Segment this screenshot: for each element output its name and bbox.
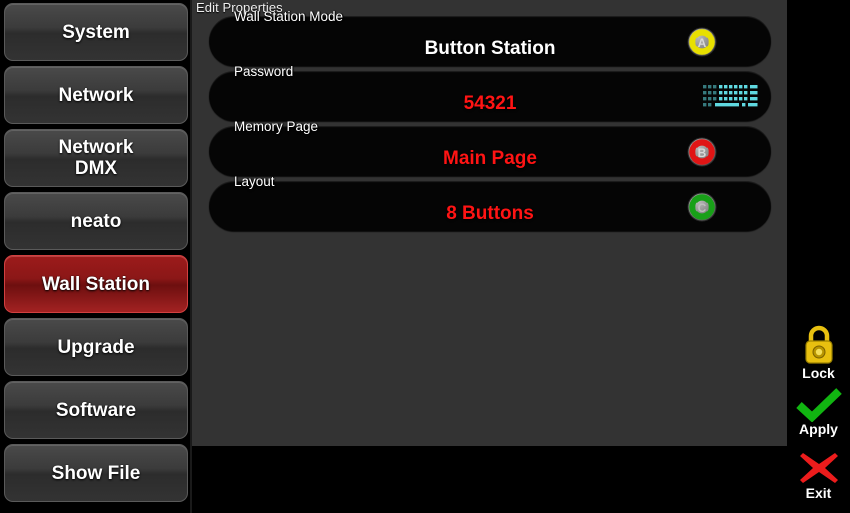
panel-bottom-strip — [190, 446, 787, 513]
xbox-b-button-icon[interactable]: B — [686, 136, 717, 167]
sidebar-item-show-file[interactable]: Show File — [4, 444, 188, 502]
property-label: Wall Station Mode — [234, 9, 344, 24]
property-row-wall-station-mode[interactable]: Wall Station Mode Button Station A — [209, 9, 771, 66]
property-row-layout[interactable]: Layout 8 Buttons C — [209, 174, 771, 231]
property-row-password[interactable]: Password 54321 — [209, 64, 771, 121]
sidebar-item-neato[interactable]: neato — [4, 192, 188, 250]
edit-properties-panel: Edit Properties Wall Station Mode Button… — [190, 0, 787, 446]
exit-button[interactable]: Exit — [787, 450, 850, 501]
sidebar-item-upgrade[interactable]: Upgrade — [4, 318, 188, 376]
sidebar-item-label: Show File — [51, 462, 141, 484]
svg-text:A: A — [698, 36, 707, 50]
property-rows: Wall Station Mode Button Station A Passw… — [209, 9, 771, 236]
exit-button-label: Exit — [805, 485, 832, 501]
sidebar-item-label: neato — [70, 210, 122, 232]
checkmark-icon — [787, 388, 850, 423]
cross-icon — [787, 450, 850, 486]
sidebar-item-label: Network DMX — [58, 137, 134, 179]
sidebar-item-wall-station[interactable]: Wall Station — [4, 255, 188, 313]
svg-text:C: C — [698, 201, 707, 215]
xbox-c-button-icon[interactable]: C — [686, 191, 717, 222]
padlock-icon — [787, 322, 850, 366]
sidebar-item-label: Network — [58, 84, 134, 106]
sidebar-item-label: Upgrade — [57, 336, 135, 358]
action-bar: Lock Apply Exit — [787, 0, 850, 513]
sidebar-item-label: Software — [55, 399, 137, 421]
property-value: 54321 — [463, 93, 517, 114]
sidebar-item-network-dmx[interactable]: Network DMX — [4, 129, 188, 187]
property-label: Layout — [234, 174, 275, 189]
svg-text:B: B — [698, 146, 707, 160]
apply-button[interactable]: Apply — [787, 388, 850, 437]
lock-button-label: Lock — [802, 365, 835, 381]
sidebar-item-label: Wall Station — [41, 273, 151, 295]
lock-button[interactable]: Lock — [787, 322, 850, 381]
xbox-a-button-icon[interactable]: A — [686, 26, 717, 57]
property-label: Password — [234, 64, 294, 79]
sidebar-item-network[interactable]: Network — [4, 66, 188, 124]
property-row-memory-page[interactable]: Memory Page Main Page B — [209, 119, 771, 176]
apply-button-label: Apply — [799, 421, 838, 437]
sidebar-item-system[interactable]: System — [4, 3, 188, 61]
keyboard-icon[interactable] — [701, 82, 763, 110]
sidebar-item-label: System — [62, 21, 130, 43]
sidebar-item-software[interactable]: Software — [4, 381, 188, 439]
property-label: Memory Page — [234, 119, 319, 134]
sidebar: System Network Network DMX neato Wall St… — [0, 0, 190, 513]
